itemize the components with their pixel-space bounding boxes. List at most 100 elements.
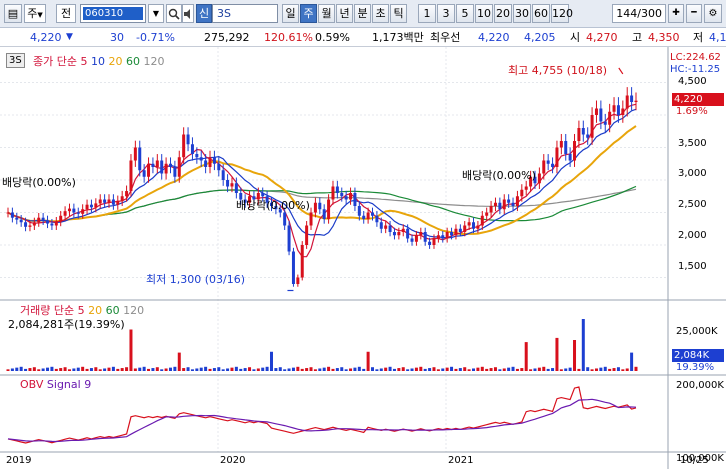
volume-current-tag: 2,084K (672, 349, 724, 362)
interval-button-20[interactable]: 20 (494, 4, 512, 23)
candle-body (59, 215, 63, 222)
x-tick-2019: 2019 (6, 455, 32, 466)
search-icon[interactable] (166, 4, 182, 23)
candle-body (379, 222, 383, 229)
obv-label[interactable]: OBV (20, 378, 43, 391)
volume-bar (537, 367, 541, 371)
y-tick-2000: 2,000 (678, 230, 707, 241)
ma-20-label[interactable]: 20 (108, 55, 122, 68)
zoom-in-icon[interactable]: ✚ (668, 4, 684, 23)
candle-body (138, 147, 142, 171)
ma-5-label[interactable]: 5 (80, 55, 87, 68)
volume-bar (269, 351, 273, 371)
volume-bar (204, 366, 208, 371)
new-badge[interactable]: 신 (196, 4, 212, 23)
volume-bar (313, 369, 317, 371)
candle-body (428, 241, 432, 245)
vol-ma-120-label[interactable]: 120 (123, 304, 144, 317)
quote-strip: 4,220 ▼ 30 -0.71% 275,292 120.61% 0.59% … (0, 29, 726, 47)
lc-label: LC:224.62 (670, 52, 721, 63)
high-price: 4,350 (648, 31, 680, 44)
candle-body (261, 193, 265, 197)
price-ma-title: 종가 단순 (33, 55, 77, 68)
candle-body (283, 212, 287, 226)
obv-signal-label[interactable]: Signal 9 (47, 378, 91, 391)
speaker-icon[interactable] (182, 4, 194, 23)
volume-bar (432, 367, 436, 371)
candle-count-field[interactable]: 144/300 (612, 4, 666, 23)
candle-body (586, 134, 590, 138)
volume-bar (489, 368, 493, 371)
candle-body (463, 225, 467, 232)
candle-body (581, 128, 585, 135)
stock-code-input[interactable]: 060310 (80, 4, 146, 23)
menu-icon[interactable]: ▤ (4, 4, 22, 23)
candle-body (608, 111, 612, 125)
zoom-out-icon[interactable]: ━ (686, 4, 702, 23)
volume-bar (239, 368, 243, 371)
volume-bar (85, 368, 89, 371)
volume-y-tick: 25,000K (676, 326, 718, 337)
dividend-annotation-2: 배당락(0.00%) (236, 199, 310, 212)
chart-tag[interactable]: 3S (6, 53, 25, 68)
x-tick-2021: 2021 (448, 455, 474, 466)
volume-bar (248, 367, 252, 371)
candle-body (168, 163, 172, 167)
volume-bar (81, 366, 85, 371)
candle-body (291, 251, 295, 284)
stock-chart[interactable] (0, 47, 726, 469)
period-tab-2[interactable]: 월 (318, 4, 335, 23)
candle-body (419, 232, 423, 236)
interval-button-1[interactable]: 1 (418, 4, 436, 23)
volume-bar (388, 366, 392, 371)
interval-button-30[interactable]: 30 (513, 4, 531, 23)
volume-bar (555, 337, 559, 371)
best-quote-label: 최우선 (430, 31, 461, 44)
candle-body (147, 163, 151, 177)
volume-bar (243, 368, 247, 371)
volume-bar (94, 367, 98, 371)
volume-bar (322, 367, 326, 371)
obv-line (7, 386, 637, 444)
stock-name-field[interactable]: 3S (212, 4, 278, 23)
volume-bar (168, 367, 172, 371)
volume-bar (577, 368, 581, 371)
candle-body (349, 193, 353, 200)
period-tab-0[interactable]: 일 (282, 4, 299, 23)
interval-button-60[interactable]: 60 (532, 4, 550, 23)
period-tab-3[interactable]: 년 (336, 4, 353, 23)
candle-body (515, 196, 519, 206)
period-tab-1[interactable]: 주 (300, 4, 317, 23)
candle-body (445, 232, 449, 239)
bid-price: 4,205 (524, 31, 556, 44)
ma-120-label[interactable]: 120 (143, 55, 164, 68)
code-dropdown-chevron-icon[interactable]: ▼ (148, 4, 164, 23)
volume-bar (54, 368, 58, 371)
volume-bar (252, 369, 256, 371)
volume-bar (511, 366, 515, 371)
candle-body (458, 228, 462, 232)
volume-bar (612, 368, 616, 371)
candle-body (599, 108, 603, 122)
ma-60-label[interactable]: 60 (126, 55, 140, 68)
interval-button-120[interactable]: 120 (551, 4, 573, 23)
volume-bar (50, 366, 54, 371)
ma-10-label[interactable]: 10 (91, 55, 105, 68)
period-tab-5[interactable]: 초 (372, 4, 389, 23)
interval-button-5[interactable]: 5 (456, 4, 474, 23)
volume-bar (138, 367, 142, 371)
interval-button-3[interactable]: 3 (437, 4, 455, 23)
candle-body (546, 160, 550, 164)
candle-body (116, 200, 120, 205)
volume-bar (283, 369, 287, 371)
period-tab-4[interactable]: 분 (354, 4, 371, 23)
settings-icon[interactable]: ⚙ (704, 4, 722, 23)
volume-bar (173, 366, 177, 371)
pair-selector[interactable]: 전 (56, 4, 76, 23)
volume-bar (37, 369, 41, 371)
period-tab-6[interactable]: 틱 (390, 4, 407, 23)
market-combo[interactable]: 주▼ (24, 4, 46, 23)
obv-panel-title: OBV Signal 9 (20, 378, 91, 391)
candle-body (344, 196, 348, 200)
interval-button-10[interactable]: 10 (475, 4, 493, 23)
